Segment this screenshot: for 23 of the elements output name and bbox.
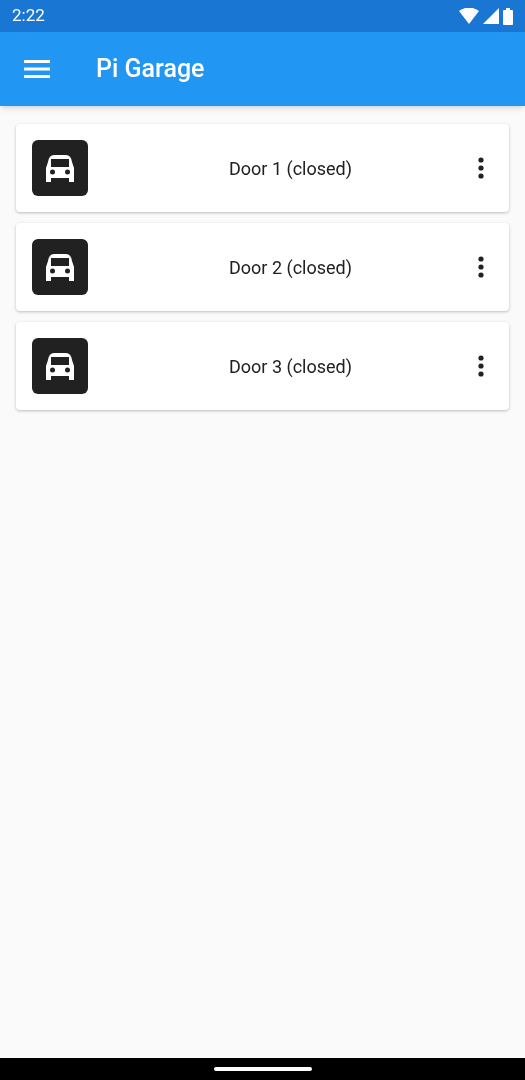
more-icon: [478, 355, 484, 377]
app-title: Pi Garage: [96, 53, 205, 86]
more-icon: [478, 157, 484, 179]
door-label: Door 1 (closed): [228, 156, 353, 181]
door-label: Door 3 (closed): [228, 354, 353, 379]
more-button[interactable]: [477, 355, 485, 377]
menu-icon: [24, 60, 50, 78]
car-icon: [32, 140, 88, 196]
car-icon: [32, 338, 88, 394]
door-card[interactable]: Door 2 (closed): [16, 223, 509, 311]
door-card[interactable]: Door 3 (closed): [16, 322, 509, 410]
door-label: Door 2 (closed): [228, 255, 353, 280]
menu-button[interactable]: [24, 59, 50, 79]
status-time: 2:22: [12, 4, 45, 28]
more-icon: [478, 256, 484, 278]
wifi-icon: [459, 8, 479, 24]
battery-icon: [503, 7, 513, 25]
door-card[interactable]: Door 1 (closed): [16, 124, 509, 212]
car-icon: [32, 239, 88, 295]
more-button[interactable]: [477, 157, 485, 179]
more-button[interactable]: [477, 256, 485, 278]
signal-icon: [483, 8, 499, 24]
home-handle[interactable]: [213, 1067, 312, 1071]
